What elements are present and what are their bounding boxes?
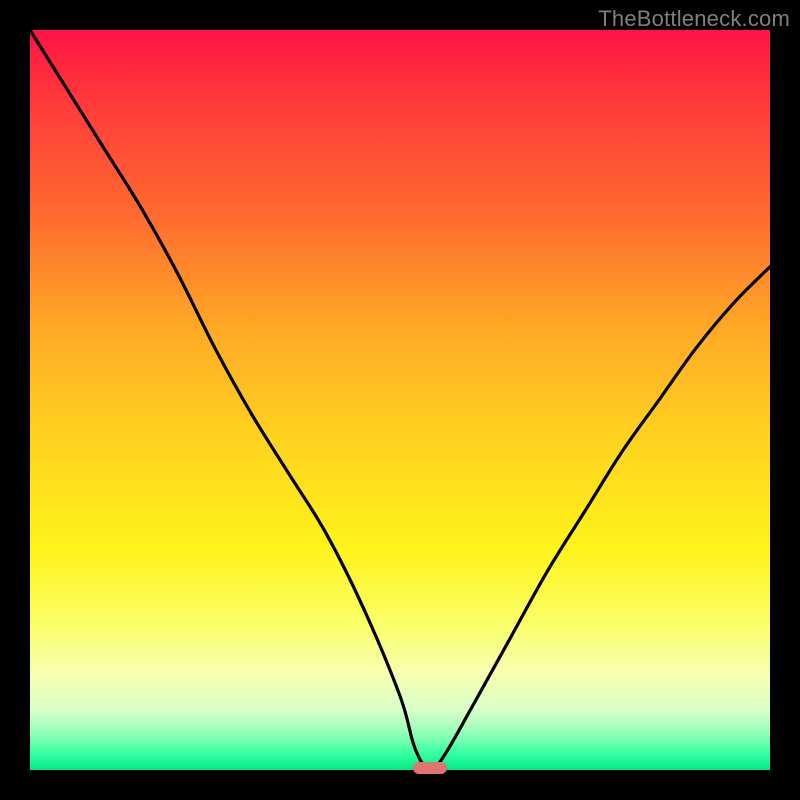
bottleneck-curve — [30, 30, 770, 770]
chart-frame: TheBottleneck.com — [0, 0, 800, 800]
plot-area — [30, 30, 770, 770]
watermark-text: TheBottleneck.com — [598, 6, 790, 32]
minimum-marker — [413, 762, 447, 774]
curve-svg — [30, 30, 770, 770]
